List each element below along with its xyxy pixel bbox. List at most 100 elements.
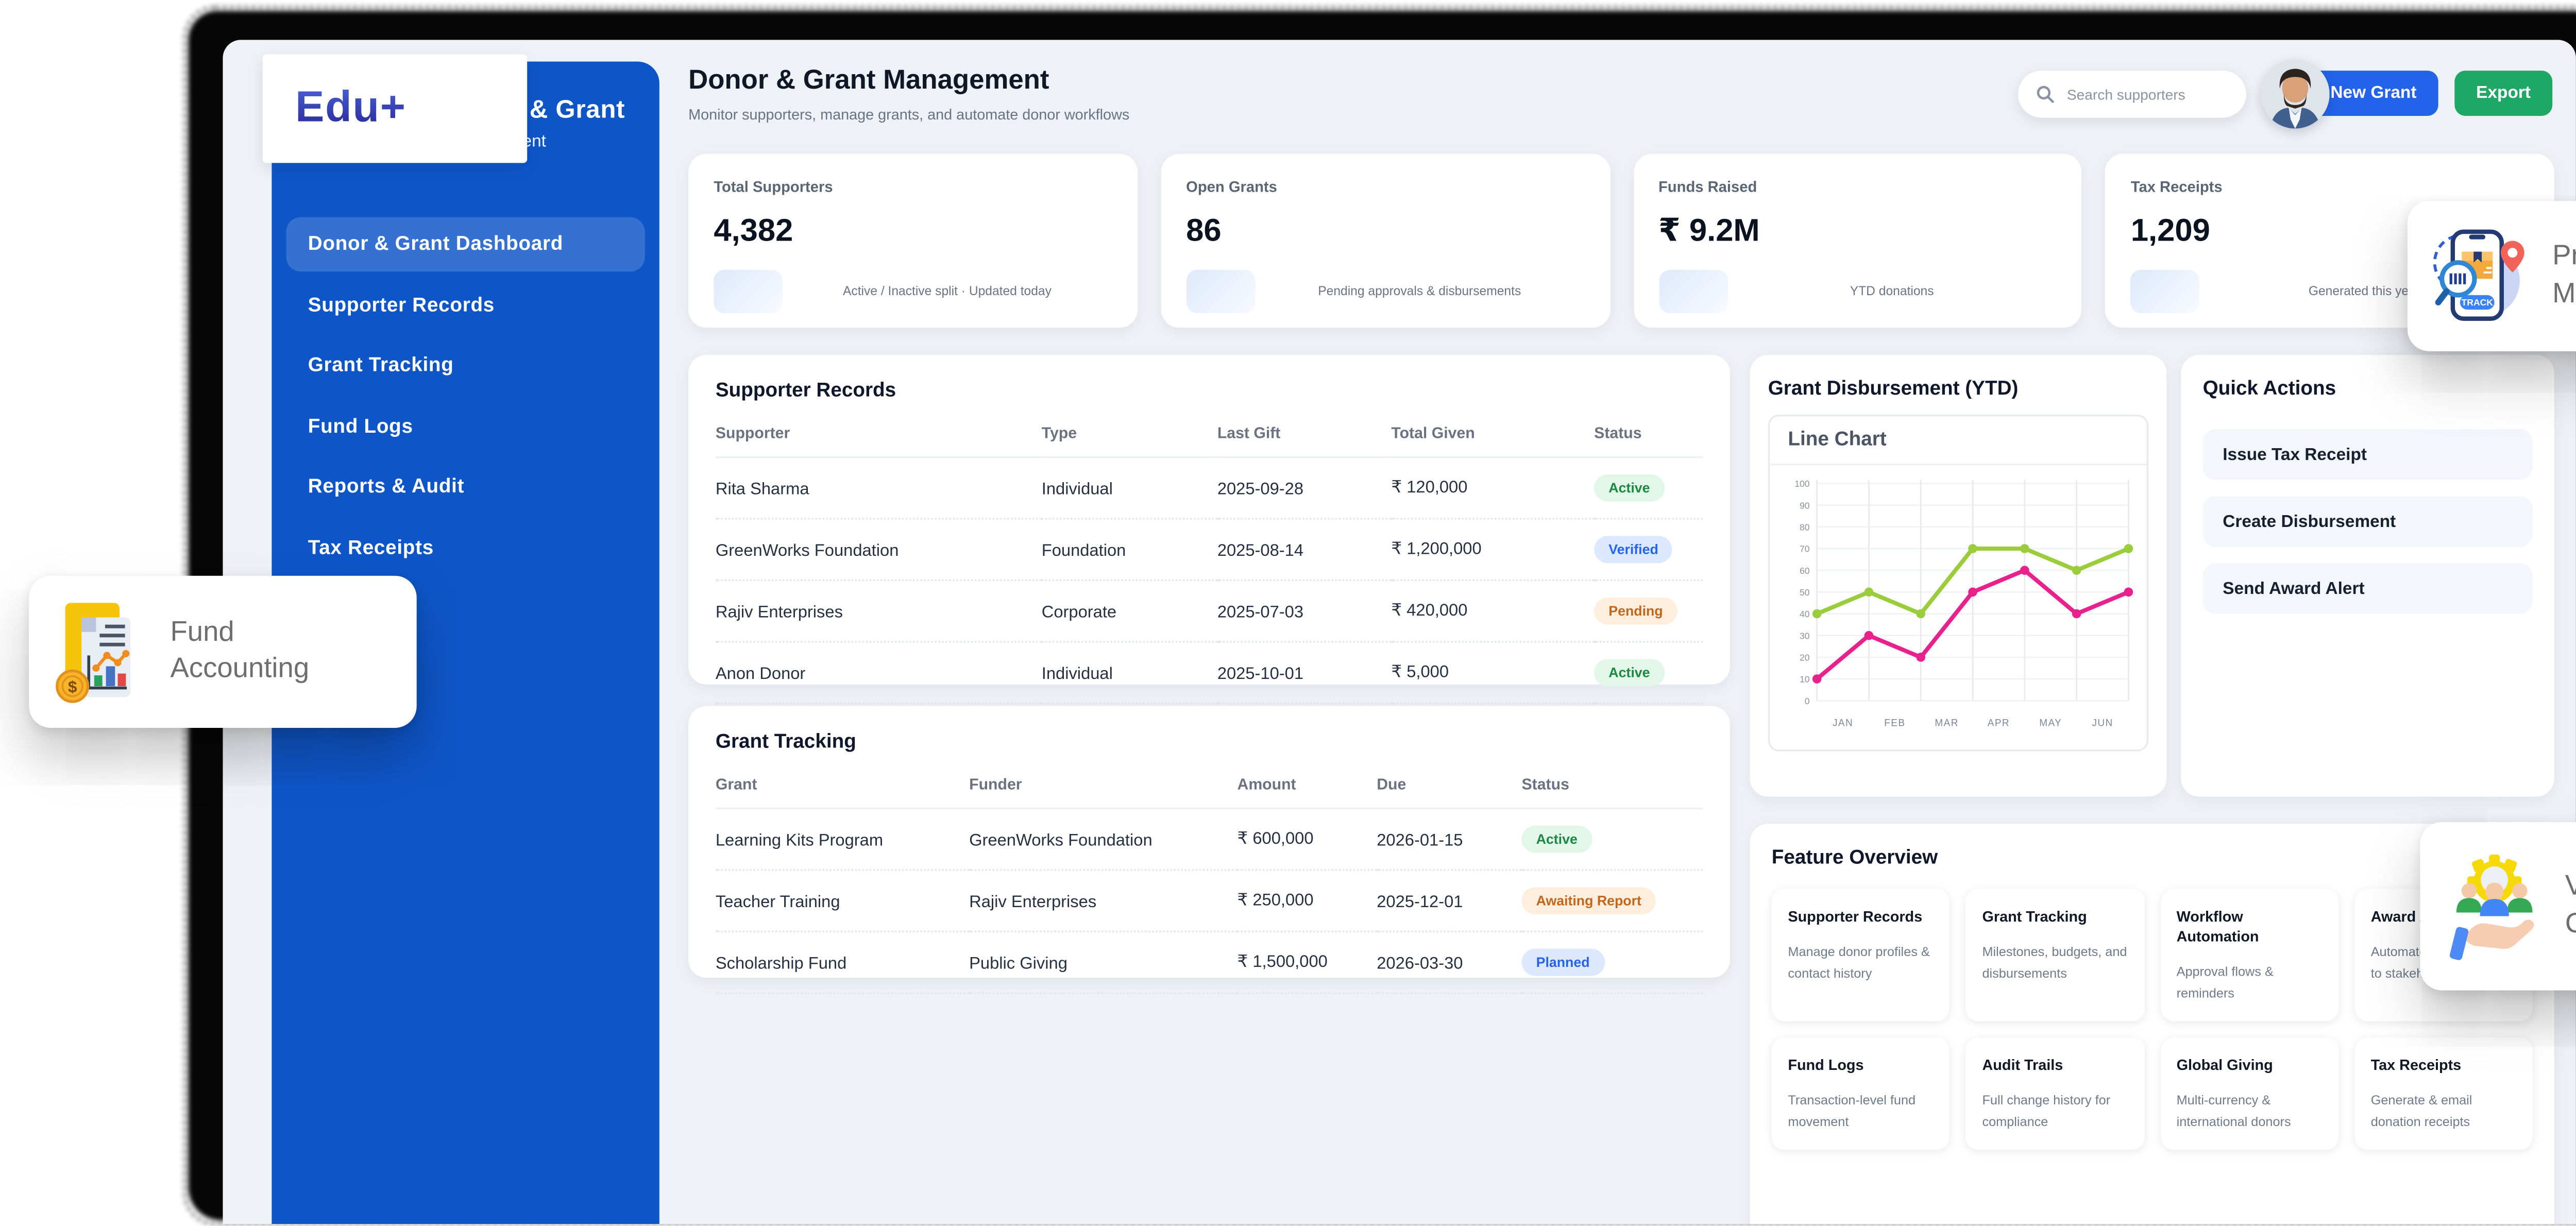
feature-description: Multi-currency & international donors: [2177, 1091, 2322, 1132]
chart-point: [2124, 544, 2133, 554]
export-button[interactable]: Export: [2454, 71, 2552, 116]
column-header-last-gift: Last Gift: [1217, 402, 1392, 458]
chart-point: [2020, 566, 2029, 575]
stat-label: Funds Raised: [1658, 177, 2057, 195]
status-badge-active: Active: [1594, 474, 1664, 502]
table-cell[interactable]: Awaiting Report: [1522, 871, 1703, 933]
table-cell[interactable]: GreenWorks Foundation: [716, 520, 1042, 582]
stat-trend-pill: [1186, 270, 1255, 313]
feature-card-audit-trails: Audit TrailsFull change history for comp…: [1966, 1038, 2144, 1150]
sidebar-item-supporter-records[interactable]: Supporter Records: [286, 278, 645, 332]
search-box[interactable]: [2018, 71, 2246, 117]
quick-action-issue-tax-receipt[interactable]: Issue Tax Receipt: [2203, 429, 2533, 480]
column-header-status: Status: [1594, 402, 1703, 458]
table-cell[interactable]: 2025-07-03: [1217, 581, 1392, 643]
stat-caption: Active / Inactive split · Updated today: [783, 285, 1112, 298]
grant-tracking-table: GrantFunderAmountDueStatusLearning Kits …: [716, 753, 1703, 994]
table-cell[interactable]: ₹ 1,200,000: [1391, 520, 1594, 582]
table-cell[interactable]: Rajiv Enterprises: [969, 871, 1237, 933]
stat-trend-pill: [2131, 270, 2200, 313]
column-header-due: Due: [1377, 753, 1521, 809]
table-cell[interactable]: Active: [1594, 643, 1703, 705]
status-badge-pending: Pending: [1594, 598, 1677, 625]
y-tick-label: 10: [1800, 675, 1810, 685]
sidebar-item-donor-grant-dashboard[interactable]: Donor & Grant Dashboard: [286, 217, 645, 271]
table-cell[interactable]: Active: [1594, 458, 1703, 520]
table-cell[interactable]: Foundation: [1042, 520, 1217, 582]
table-cell[interactable]: Individual: [1042, 458, 1217, 520]
chart-point: [1968, 588, 1977, 598]
stat-label: Total Supporters: [714, 177, 1112, 195]
sidebar-item-fund-logs[interactable]: Fund Logs: [286, 399, 645, 453]
status-badge-awaiting-report: Awaiting Report: [1522, 887, 1656, 914]
table-cell[interactable]: Corporate: [1042, 581, 1217, 643]
stat-value: 86: [1186, 212, 1584, 250]
column-header-total-given: Total Given: [1391, 402, 1594, 458]
feature-card-tax-receipts: Tax ReceiptsGenerate & email donation re…: [2354, 1038, 2532, 1150]
fund-accounting-badge: $ Fund Accounting: [29, 576, 416, 728]
feature-card-fund-logs: Fund LogsTransaction-level fund movement: [1772, 1038, 1950, 1150]
table-cell[interactable]: 2025-09-28: [1217, 458, 1392, 520]
feature-card-grant-tracking: Grant TrackingMilestones, budgets, and d…: [1966, 889, 2144, 1021]
search-input[interactable]: [2063, 84, 2238, 104]
table-cell[interactable]: Scholarship Fund: [716, 932, 969, 994]
sidebar-item-tax-receipts[interactable]: Tax Receipts: [286, 521, 645, 575]
volunteer-coordination-badge: Volunteer Coordination: [2420, 822, 2576, 991]
chart-point: [1916, 610, 1925, 619]
table-cell[interactable]: ₹ 1,500,000: [1237, 932, 1377, 994]
quick-action-send-award-alert[interactable]: Send Award Alert: [2203, 563, 2533, 614]
y-tick-label: 70: [1800, 544, 1810, 555]
table-cell[interactable]: ₹ 5,000: [1391, 643, 1594, 705]
table-cell[interactable]: 2026-01-15: [1377, 809, 1521, 871]
table-cell[interactable]: Active: [1522, 809, 1703, 871]
quick-action-create-disbursement[interactable]: Create Disbursement: [2203, 496, 2533, 547]
y-tick-label: 0: [1805, 696, 1810, 707]
table-cell[interactable]: Learning Kits Program: [716, 809, 969, 871]
table-cell[interactable]: Pending: [1594, 581, 1703, 643]
table-cell[interactable]: Individual: [1042, 643, 1217, 705]
table-cell[interactable]: 2025-12-01: [1377, 871, 1521, 933]
feature-description: Approval flows & reminders: [2177, 962, 2322, 1003]
avatar[interactable]: [2261, 60, 2330, 129]
dashboard-surface: Donor & Grant Management Donor & Grant D…: [223, 40, 2575, 1224]
volunteer-coordination-icon: [2442, 846, 2547, 966]
sidebar-item-grant-tracking[interactable]: Grant Tracking: [286, 338, 645, 393]
table-cell[interactable]: ₹ 120,000: [1391, 458, 1594, 520]
y-tick-label: 90: [1800, 501, 1810, 511]
status-badge-planned: Planned: [1522, 949, 1604, 976]
status-badge-verified: Verified: [1594, 536, 1673, 563]
supporter-records-title: Supporter Records: [716, 380, 1703, 402]
feature-description: Manage donor profiles & contact history: [1788, 942, 1933, 983]
disbursement-title: Grant Disbursement (YTD): [1768, 377, 2058, 402]
page-title: Donor & Grant Management: [688, 65, 1049, 96]
table-cell[interactable]: Teacher Training: [716, 871, 969, 933]
sidebar-item-reports-audit[interactable]: Reports & Audit: [286, 460, 645, 514]
column-header-grant: Grant: [716, 753, 969, 809]
table-cell[interactable]: ₹ 250,000: [1237, 871, 1377, 933]
table-cell[interactable]: Anon Donor: [716, 643, 1042, 705]
table-cell[interactable]: Public Giving: [969, 932, 1237, 994]
stat-cards-row: Total Supporters 4,382 Active / Inactive…: [688, 154, 2554, 328]
column-header-supporter: Supporter: [716, 402, 1042, 458]
table-cell[interactable]: Verified: [1594, 520, 1703, 582]
table-cell[interactable]: GreenWorks Foundation: [969, 809, 1237, 871]
column-header-funder: Funder: [969, 753, 1237, 809]
month-label: JAN: [1833, 718, 1853, 729]
feature-grid: Supporter RecordsManage donor profiles &…: [1772, 889, 2533, 1150]
table-cell[interactable]: Planned: [1522, 932, 1703, 994]
search-icon: [2036, 85, 2054, 103]
table-cell[interactable]: ₹ 420,000: [1391, 581, 1594, 643]
table-cell[interactable]: 2026-03-30: [1377, 932, 1521, 994]
month-label: MAR: [1935, 718, 1958, 729]
chart-point: [2072, 566, 2081, 575]
user-photo-icon: [2261, 60, 2330, 129]
table-cell[interactable]: ₹ 600,000: [1237, 809, 1377, 871]
table-cell[interactable]: 2025-08-14: [1217, 520, 1392, 582]
table-cell[interactable]: Rajiv Enterprises: [716, 581, 1042, 643]
table-cell[interactable]: 2025-10-01: [1217, 643, 1392, 705]
quick-actions-card: Quick Actions Issue Tax ReceiptCreate Di…: [2181, 355, 2554, 797]
month-label: APR: [1988, 718, 2010, 729]
disbursement-line-chart: 0102030405060708090100JANFEBMARAPRMAYJUN: [1770, 466, 2143, 741]
table-cell[interactable]: Rita Sharma: [716, 458, 1042, 520]
feature-description: Transaction-level fund movement: [1788, 1091, 1933, 1132]
